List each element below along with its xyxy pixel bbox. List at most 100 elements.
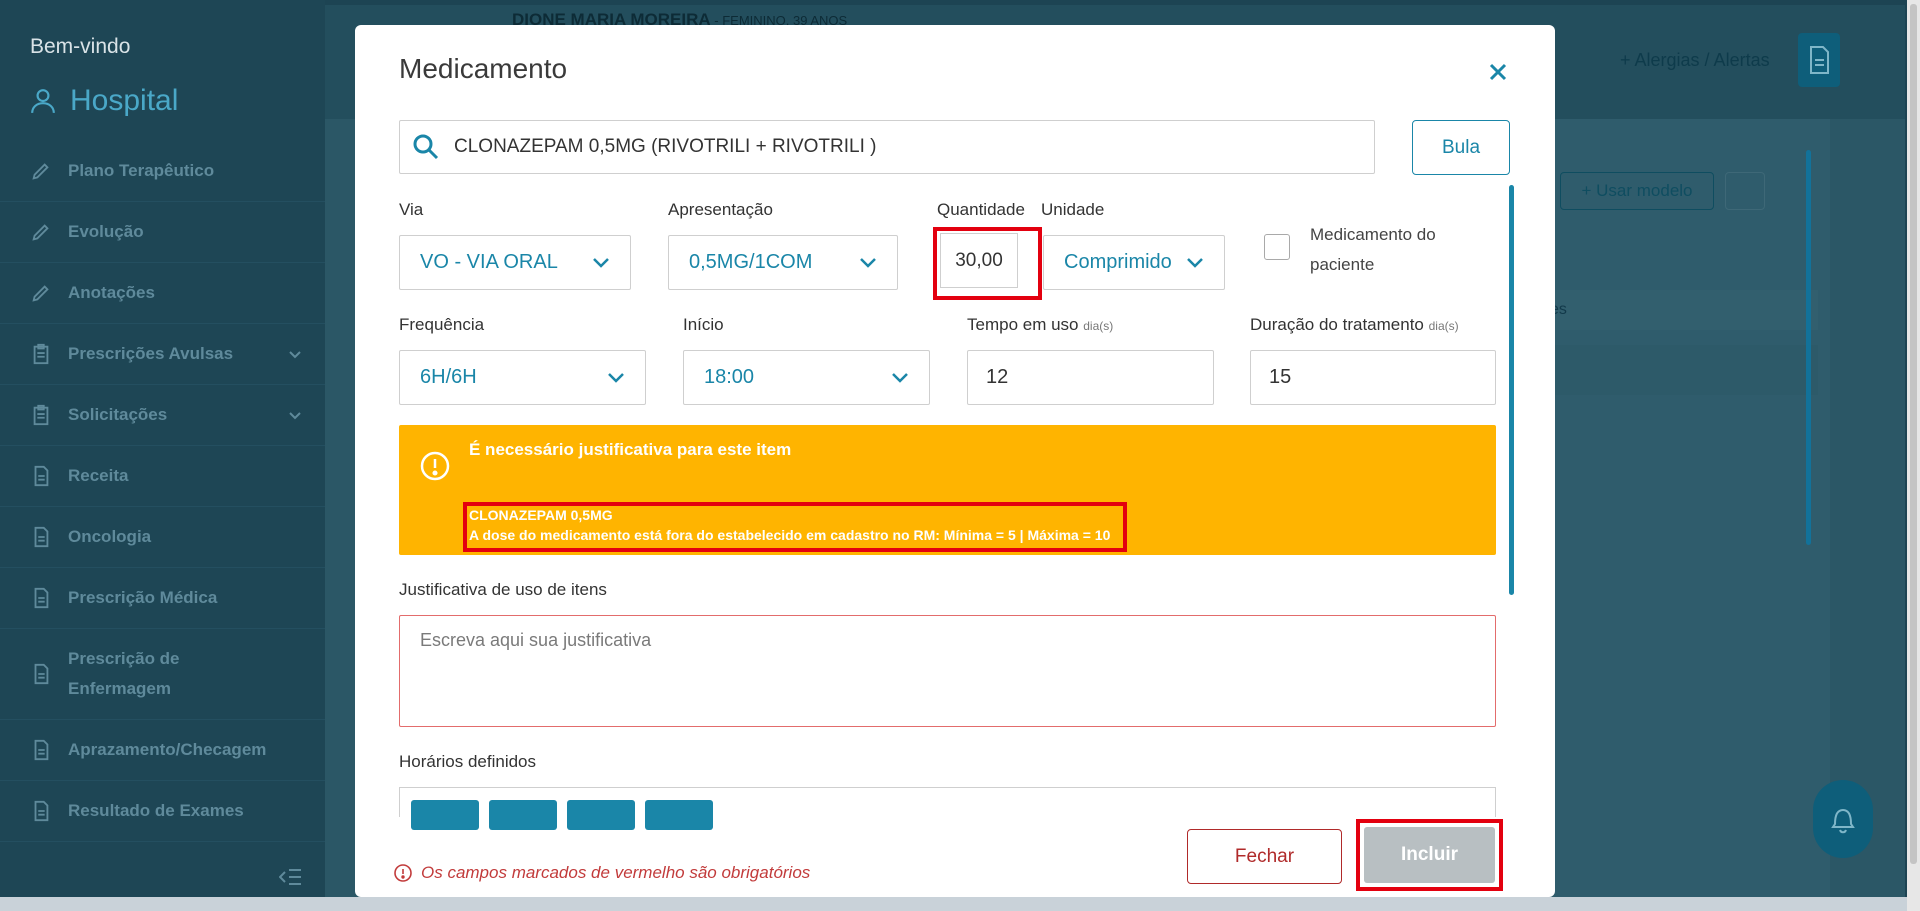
apresentacao-label: Apresentação [668,200,773,219]
sidebar-item-prescricoes-avulsas[interactable]: Prescrições Avulsas [0,324,325,385]
duracao-label: Duração do tratamento dia(s) [1250,315,1459,335]
apresentacao-select[interactable]: 0,5MG/1COM [668,235,898,290]
duracao-text: Duração do tratamento [1250,315,1424,334]
tempo-uso-input[interactable]: 12 [967,350,1214,405]
bula-button[interactable]: Bula [1412,120,1510,175]
fechar-button[interactable]: Fechar [1187,829,1342,884]
pencil-icon [32,163,49,180]
sidebar-item-anotacoes[interactable]: Anotações [0,263,325,324]
document-icon [1810,46,1829,74]
sidebar-item-evolucao[interactable]: Evolução [0,202,325,263]
notification-bell-button[interactable] [1813,780,1873,858]
inicio-value: 18:00 [704,366,755,388]
frequencia-label: Frequência [399,315,485,334]
delete-button[interactable] [1725,172,1765,210]
highlight-box [463,502,1127,552]
unidade-label: Unidade [1041,200,1105,219]
horario-chip[interactable] [567,800,635,830]
unidade-value: Comprimido [1064,251,1172,273]
sidebar-item-label: Prescrição de Enfermagem [68,649,180,698]
medication-search-input[interactable]: CLONAZEPAM 0,5MG (RIVOTRILI + RIVOTRILI … [399,120,1375,174]
frequencia-value: 6H/6H [420,366,477,388]
apresentacao-value: 0,5MG/1COM [689,251,813,273]
medicamento-paciente-checkbox[interactable] [1264,234,1290,260]
horarios-box [399,787,1496,817]
document-icon [34,526,49,548]
via-value: VO - VIA ORAL [420,251,558,273]
horario-chip[interactable] [489,800,557,830]
scrollbar[interactable] [1806,150,1811,545]
sidebar-menu: Plano Terapêutico Evolução Anotações Pre… [0,141,325,842]
sidebar-item-label: Receita [68,466,129,485]
chevron-down-icon [289,351,301,359]
bell-icon [1831,808,1855,834]
background-table-row [1548,345,1818,395]
required-note-text: Os campos marcados de vermelho são obrig… [421,863,811,882]
sidebar-item-oncologia[interactable]: Oncologia [0,507,325,568]
tempo-uso-unit: dia(s) [1083,319,1114,333]
alert-title: É necessário justificativa para este ite… [469,440,792,459]
exclamation-icon [420,451,450,481]
clipboard-icon [33,343,49,365]
chevron-down-icon [1187,257,1203,268]
welcome-text: Bem-vindo [30,35,131,58]
document-icon [34,465,49,487]
scrollbar-thumb[interactable] [1910,4,1917,864]
hospital-label: Hospital [70,84,179,117]
sidebar-item-label: Oncologia [68,527,152,546]
medicamento-modal: Medicamento CLONAZEPAM 0,5MG (RIVOTRILI … [355,25,1555,897]
inicio-label: Início [683,315,724,334]
quantidade-label: Quantidade [937,200,1025,219]
highlight-box [1356,819,1503,891]
required-fields-note: Os campos marcados de vermelho são obrig… [393,863,810,883]
sidebar-item-label: Prescrição Médica [68,588,218,607]
sidebar-item-plano-terapeutico[interactable]: Plano Terapêutico [0,141,325,202]
horario-chip[interactable] [645,800,713,830]
justificativa-textarea[interactable]: Escreva aqui sua justificativa [399,615,1496,727]
sidebar-item-receita[interactable]: Receita [0,446,325,507]
justificativa-label: Justificativa de uso de itens [399,580,607,599]
document-icon [34,587,49,609]
modal-scrollbar[interactable] [1509,185,1514,595]
modal-title: Medicamento [399,53,568,84]
document-button[interactable] [1798,33,1840,87]
window-scrollbar[interactable] [1907,0,1920,911]
chevron-down-icon [892,372,908,383]
sidebar-item-label: Aprazamento/Checagem [68,740,267,759]
unidade-select[interactable]: Comprimido [1043,235,1225,290]
user-icon [31,89,55,114]
usar-modelo-button[interactable]: + Usar modelo [1560,172,1714,210]
close-icon[interactable] [1486,60,1510,84]
content-panel [1535,119,1830,899]
sidebar-item-label: Resultado de Exames [68,801,244,820]
via-label: Via [399,200,424,219]
search-icon [413,134,439,160]
sidebar-item-solicitacoes[interactable]: Solicitações [0,385,325,446]
sidebar-item-prescricao-enfermagem[interactable]: Prescrição de Enfermagem [0,629,325,720]
sidebar-item-prescricao-medica[interactable]: Prescrição Médica [0,568,325,629]
info-icon [394,864,412,882]
pencil-icon [32,224,49,241]
pencil-icon [32,285,49,302]
document-icon [34,739,49,761]
allergies-alerts-link[interactable]: + Alergias / Alertas [1620,50,1770,71]
sidebar-item-resultado-exames[interactable]: Resultado de Exames [0,781,325,842]
duracao-input[interactable]: 15 [1250,350,1496,405]
chevron-down-icon [860,257,876,268]
sidebar-item-aprazamento[interactable]: Aprazamento/Checagem [0,720,325,781]
tempo-uso-text: Tempo em uso [967,315,1079,334]
background-table-header: es [1548,290,1818,330]
sidebar: Bem-vindo Hospital Plano Terapêutico Evo… [0,0,325,911]
horario-chip[interactable] [411,800,479,830]
sidebar-item-label: Anotações [68,283,155,302]
hospital-selector[interactable]: Hospital [30,84,178,118]
sidebar-item-label: Solicitações [68,405,168,424]
frequencia-select[interactable]: 6H/6H [399,350,646,405]
tempo-uso-label: Tempo em uso dia(s) [967,315,1113,335]
sidebar-item-label: Prescrições Avulsas [68,344,234,363]
clipboard-icon [33,404,49,426]
inicio-select[interactable]: 18:00 [683,350,930,405]
duracao-unit: dia(s) [1428,319,1459,333]
collapse-sidebar-icon[interactable] [279,867,303,887]
via-select[interactable]: VO - VIA ORAL [399,235,631,290]
